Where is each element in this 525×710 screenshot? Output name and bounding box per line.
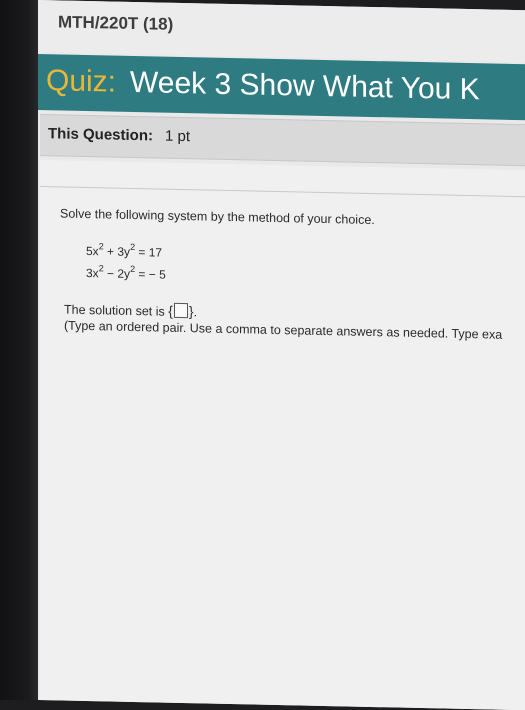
- open-brace: {: [168, 302, 173, 319]
- eq1-term-2: + 3y: [103, 244, 131, 259]
- question-points: 1 pt: [165, 127, 191, 146]
- answer-hint: (Type an ordered pair. Use a comma to se…: [64, 318, 503, 342]
- course-header: MTH/220T (18): [38, 0, 525, 63]
- monitor-bezel: [0, 0, 40, 700]
- question-content: Solve the following system by the method…: [40, 160, 525, 710]
- eq2-rhs: = − 5: [135, 267, 166, 282]
- question-info-bar: This Question: 1 pt: [40, 114, 525, 167]
- answer-line: The solution set is {}.: [64, 301, 197, 320]
- quiz-banner: Quiz: Week 3 Show What You K: [38, 54, 525, 121]
- problem-instruction: Solve the following system by the method…: [60, 206, 375, 228]
- divider: [40, 186, 525, 198]
- eq1-rhs: = 17: [135, 245, 163, 260]
- quiz-prefix: Quiz:: [46, 64, 117, 99]
- equation-1: 5x2 + 3y2 = 17: [86, 241, 163, 260]
- eq1-term-1: 5x: [86, 244, 99, 259]
- eq2-term-1: 3x: [86, 266, 99, 281]
- eq2-term-2: − 2y: [103, 266, 131, 281]
- answer-period: .: [193, 305, 198, 320]
- answer-prompt: The solution set is: [64, 302, 169, 319]
- course-title: MTH/220T (18): [58, 12, 174, 34]
- equation-2: 3x2 − 2y2 = − 5: [86, 263, 166, 282]
- answer-input[interactable]: [173, 302, 188, 319]
- screen: MTH/220T (18) Quiz: Week 3 Show What You…: [38, 0, 525, 710]
- quiz-title: Week 3 Show What You K: [130, 65, 480, 107]
- question-label: This Question:: [48, 125, 153, 145]
